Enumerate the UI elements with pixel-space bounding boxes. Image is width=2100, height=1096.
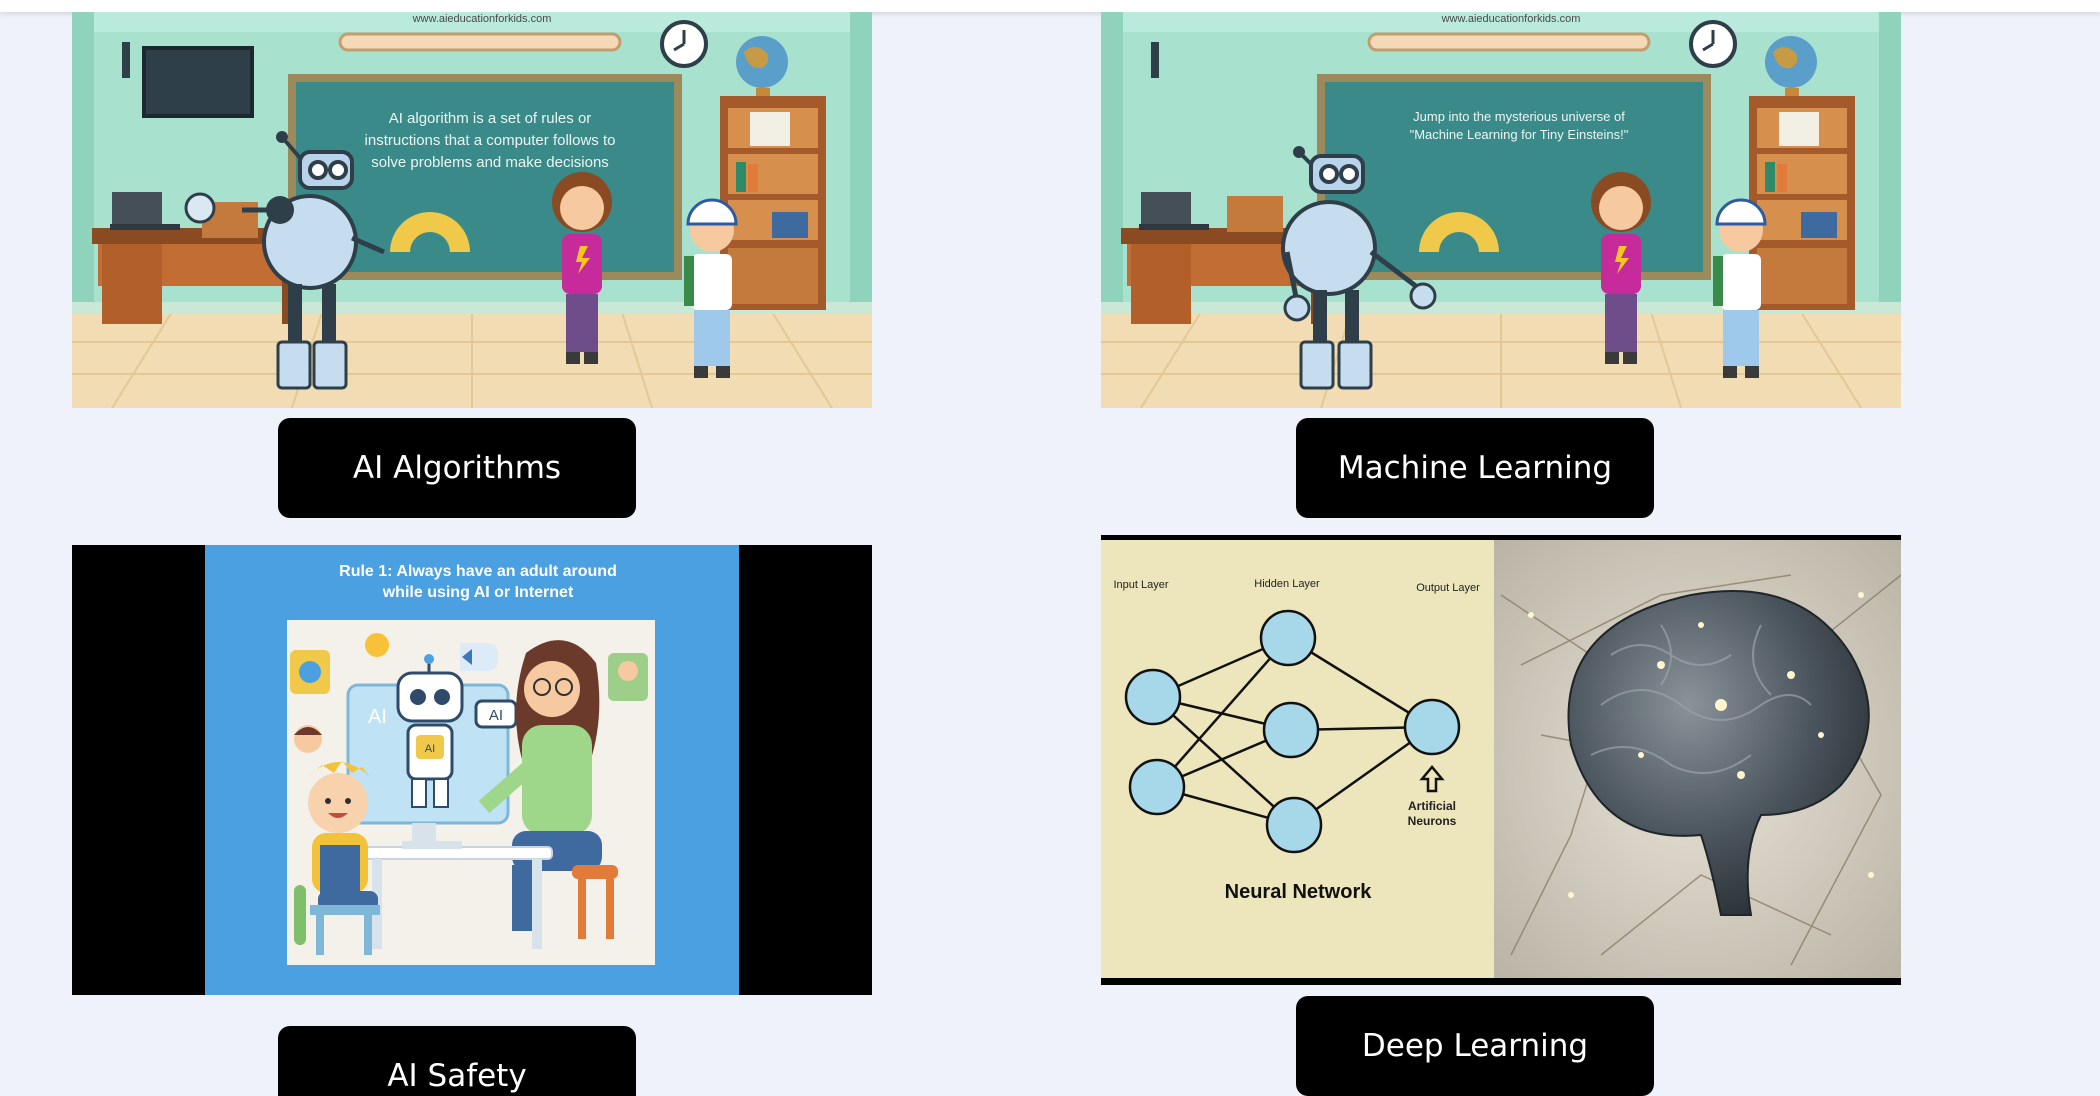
input-neuron-1	[1124, 668, 1182, 726]
artificial-neurons-line-1: Artificial	[1408, 799, 1456, 813]
output-neuron-1	[1403, 698, 1461, 756]
robot-chest-text: AI	[425, 743, 435, 755]
ai-safety-thumbnail[interactable]: Rule 1: Always have an adult around whil…	[72, 545, 872, 995]
board-text-line-3: solve problems and make decisions	[371, 154, 609, 171]
artificial-neurons-line-2: Neurons	[1408, 814, 1457, 828]
input-neuron-2	[1128, 758, 1186, 816]
site-url-text: www.aieducationforkids.com	[412, 13, 552, 25]
hidden-neuron-2	[1262, 701, 1320, 759]
safety-rule-line-2: while using AI or Internet	[382, 584, 574, 601]
board-text-line-1: Jump into the mysterious universe of	[1413, 109, 1625, 124]
site-url-text: www.aieducationforkids.com	[1441, 13, 1581, 25]
machine-learning-button[interactable]: Machine Learning	[1296, 418, 1654, 518]
output-layer-label: Output Layer	[1416, 582, 1480, 594]
ai-algorithms-thumbnail[interactable]: www.aieducationforkids.com AI algorithm …	[72, 12, 872, 408]
deep-learning-button[interactable]: Deep Learning	[1296, 996, 1654, 1096]
ai-safety-button[interactable]: AI Safety	[278, 1026, 636, 1096]
top-header-bar	[0, 0, 2100, 12]
bubble-ai-text: AI	[489, 707, 503, 724]
neural-network-caption: Neural Network	[1225, 881, 1373, 903]
screen-ai-text: AI	[368, 706, 387, 728]
deep-learning-thumbnail[interactable]: Input Layer Hidden Layer Output Layer Ar…	[1101, 535, 1901, 985]
board-text-line-2: "Machine Learning for Tiny Einsteins!"	[1410, 127, 1629, 142]
machine-learning-thumbnail[interactable]: www.aieducationforkids.com Jump into the…	[1101, 12, 1901, 408]
hidden-neuron-1	[1259, 609, 1317, 667]
board-text-line-2: instructions that a computer follows to	[365, 132, 616, 149]
hidden-neuron-3	[1265, 796, 1323, 854]
ai-algorithms-button[interactable]: AI Algorithms	[278, 418, 636, 518]
board-text-line-1: AI algorithm is a set of rules or	[389, 110, 592, 127]
hidden-layer-label: Hidden Layer	[1254, 578, 1320, 590]
input-layer-label: Input Layer	[1113, 579, 1168, 591]
safety-rule-line-1: Rule 1: Always have an adult around	[339, 563, 617, 580]
